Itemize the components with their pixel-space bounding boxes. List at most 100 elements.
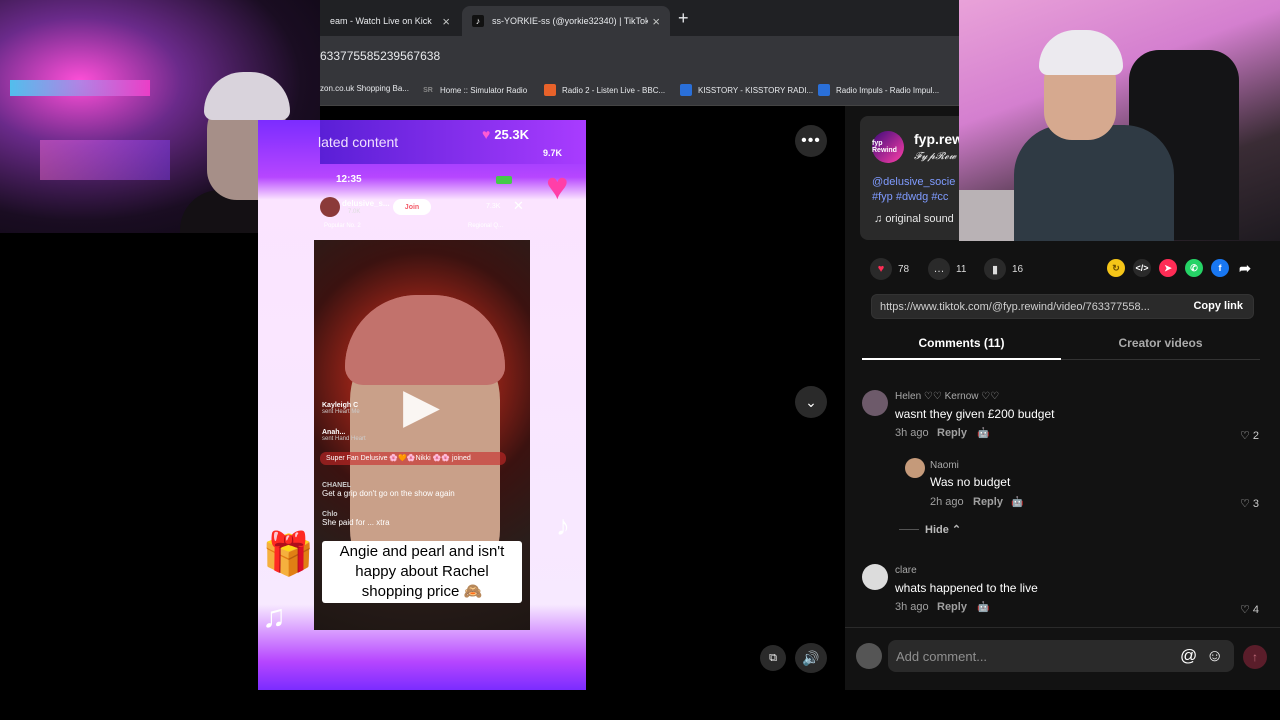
description-hashtags[interactable]: #fyp #dwdg #cc bbox=[872, 191, 948, 203]
author-avatar[interactable]: fyp Rewind bbox=[872, 131, 904, 163]
bookmark-amazon[interactable]: zon.co.uk Shopping Ba... bbox=[320, 84, 409, 93]
bookmark-label: Radio 2 - Listen Live - BBC... bbox=[562, 85, 666, 95]
live-host-name: delusive_s... bbox=[342, 199, 390, 208]
join-button: Join bbox=[393, 199, 431, 215]
commenter-name[interactable]: clare bbox=[895, 565, 917, 576]
like-count: 2 bbox=[1252, 430, 1260, 442]
copy-link-button[interactable]: Copy link bbox=[1193, 300, 1243, 312]
sound-link[interactable]: ♫ original sound bbox=[874, 213, 954, 225]
hearts-count: 25.3K bbox=[494, 126, 530, 142]
heart-sticker-icon: ♥ bbox=[546, 166, 569, 208]
close-tab-icon[interactable]: × bbox=[442, 14, 450, 29]
description-mention[interactable]: @delusive_socie bbox=[872, 176, 955, 188]
share-link-box[interactable]: https://www.tiktok.com/@fyp.rewind/video… bbox=[871, 294, 1254, 319]
regional-rank: Regional Q... bbox=[468, 223, 504, 229]
comment-time: 2h ago bbox=[930, 496, 964, 508]
hide-replies-button[interactable]: Hide ⌃ bbox=[925, 523, 961, 536]
my-avatar[interactable] bbox=[856, 643, 882, 669]
like-count: 78 bbox=[898, 263, 910, 275]
repost-icon[interactable]: ↻ bbox=[1107, 259, 1125, 277]
volume-icon[interactable]: 🔊 bbox=[795, 643, 827, 673]
share-link-text[interactable]: https://www.tiktok.com/@fyp.rewind/video… bbox=[880, 301, 1176, 313]
picture-in-picture-icon[interactable]: ⧉ bbox=[760, 645, 786, 671]
viewer-count: 7.3K bbox=[486, 203, 501, 210]
chat-user: Anah... bbox=[322, 429, 346, 436]
comment-like[interactable]: ♡ 2 bbox=[1240, 429, 1259, 442]
reply-button[interactable]: Reply bbox=[937, 427, 967, 439]
live-host-avatar bbox=[320, 197, 340, 217]
next-video-button[interactable]: ⌄ bbox=[795, 386, 827, 418]
emoji-icon: 🤖 bbox=[1011, 497, 1024, 508]
chat-message: CHANEL Get a grip don't go on the show a… bbox=[322, 482, 455, 498]
chat-text: She paid for ... xtra bbox=[322, 518, 390, 527]
commenter-avatar[interactable] bbox=[862, 564, 888, 590]
commenter-name[interactable]: Helen ♡♡ Kernow ♡♡ bbox=[895, 391, 999, 402]
popular-rank: Popular No. 2 bbox=[324, 223, 361, 229]
kisstory-icon bbox=[680, 84, 692, 96]
emoji-icon: 🤖 bbox=[977, 428, 990, 439]
emoji-icon: 🤖 bbox=[977, 602, 990, 613]
whatsapp-icon[interactable]: ✆ bbox=[1185, 259, 1203, 277]
joined-notice: Super Fan Delusive 🌸🧡🌸Nikki 🌸🌸 joined bbox=[320, 452, 506, 465]
phone-time: 12:35 bbox=[336, 174, 362, 185]
reply-button[interactable]: Reply bbox=[937, 601, 967, 613]
like-count: 3 bbox=[1252, 498, 1260, 510]
close-icon: ✕ bbox=[513, 198, 524, 213]
play-icon[interactable]: ▶ bbox=[403, 378, 440, 434]
facebook-icon[interactable]: f bbox=[1211, 259, 1229, 277]
divider bbox=[899, 529, 919, 530]
webcam-overlay-right bbox=[959, 0, 1280, 241]
comment-text: wasnt they given £200 budget bbox=[895, 407, 1055, 421]
url-text[interactable]: 633775585239567638 bbox=[320, 49, 440, 63]
tab-tiktok[interactable]: ♪ ss-YORKIE-ss (@yorkie32340) | TikTok × bbox=[462, 6, 670, 36]
bookmark-radio2[interactable]: Radio 2 - Listen Live - BBC... bbox=[544, 84, 665, 96]
bookmarks-bar: zon.co.uk Shopping Ba... SR Home :: Simu… bbox=[320, 76, 959, 106]
mention-icon[interactable]: @ bbox=[1180, 646, 1197, 666]
embed-icon[interactable]: </> bbox=[1133, 259, 1151, 277]
comment-text: whats happened to the live bbox=[895, 581, 1038, 595]
comment-input[interactable] bbox=[896, 646, 1166, 666]
bookmark-simulator-radio[interactable]: SR Home :: Simulator Radio bbox=[422, 84, 527, 96]
tab-kick[interactable]: eam - Watch Live on Kick × bbox=[320, 6, 460, 36]
related-content-label[interactable]: lated content bbox=[318, 134, 398, 150]
desk-glow bbox=[40, 140, 170, 180]
author-username[interactable]: fyp.rew bbox=[914, 131, 963, 147]
chat-message: Kayleigh C sent Heart Me bbox=[322, 402, 360, 415]
tab-comments[interactable]: Comments (11) bbox=[862, 336, 1061, 360]
send-comment-button[interactable]: ↑ bbox=[1243, 645, 1267, 669]
live-host-followers: 7.0K bbox=[348, 209, 361, 215]
tab-title: ss-YORKIE-ss (@yorkie32340) | TikTok bbox=[492, 16, 649, 26]
close-tab-icon[interactable]: × bbox=[652, 14, 660, 29]
new-tab-button[interactable]: + bbox=[678, 8, 689, 29]
comment-action[interactable]: … 11 bbox=[928, 258, 966, 280]
chat-text: Get a grip don't go on the show again bbox=[322, 489, 455, 498]
share-arrow-icon[interactable]: ➦ bbox=[1236, 259, 1254, 277]
reply-button[interactable]: Reply bbox=[973, 496, 1003, 508]
send-icon[interactable]: ➤ bbox=[1159, 259, 1177, 277]
chat-user: Chlo bbox=[322, 511, 338, 518]
save-count: 16 bbox=[1012, 263, 1024, 275]
emoji-picker-icon[interactable]: ☺ bbox=[1206, 646, 1223, 666]
bookmark-kisstory[interactable]: KISSTORY - KISSTORY RADI... bbox=[680, 84, 813, 96]
hide-label: Hide bbox=[925, 524, 949, 536]
tab-creator-videos[interactable]: Creator videos bbox=[1061, 336, 1260, 350]
commenter-avatar[interactable] bbox=[905, 458, 925, 478]
like-action[interactable]: ♥ 78 bbox=[870, 258, 909, 280]
address-bar[interactable]: 633775585239567638 bbox=[320, 36, 959, 76]
comment-like[interactable]: ♡ 4 bbox=[1240, 603, 1259, 616]
tab-title: eam - Watch Live on Kick bbox=[330, 16, 432, 26]
battery-icon bbox=[496, 176, 512, 184]
bookmark-icon: ▮ bbox=[984, 258, 1006, 280]
commenter-avatar[interactable] bbox=[862, 390, 888, 416]
chat-text: sent Hand Heart bbox=[322, 436, 366, 442]
more-options-button[interactable]: ••• bbox=[795, 125, 827, 157]
comment-time: 3h ago bbox=[895, 427, 929, 439]
comment-count: 11 bbox=[956, 263, 967, 275]
small-stat: 9.7K bbox=[543, 148, 563, 158]
commenter-name[interactable]: Naomi bbox=[930, 460, 959, 471]
save-action[interactable]: ▮ 16 bbox=[984, 258, 1023, 280]
simulator-radio-icon: SR bbox=[423, 86, 433, 94]
comment-time: 3h ago bbox=[895, 601, 929, 613]
comment-like[interactable]: ♡ 3 bbox=[1240, 497, 1259, 510]
bookmark-radio-impuls[interactable]: Radio Impuls - Radio Impul... bbox=[818, 84, 939, 96]
